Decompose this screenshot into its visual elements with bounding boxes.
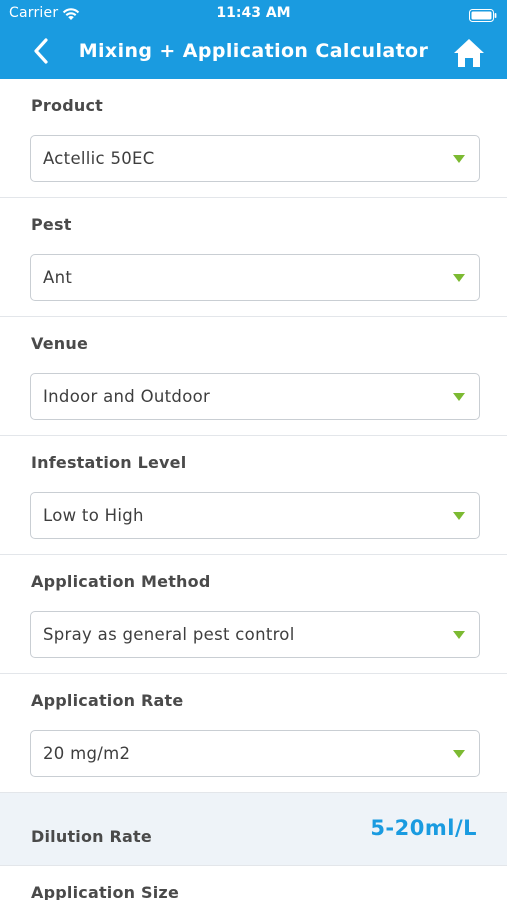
dilution-rate-value: 5-20ml/L — [370, 816, 477, 840]
home-button[interactable] — [453, 37, 485, 69]
application-method-label: Application Method — [31, 572, 211, 591]
product-value: Actellic 50EC — [43, 149, 155, 168]
venue-label: Venue — [31, 334, 88, 353]
battery-icon — [469, 7, 497, 26]
chevron-down-icon — [453, 750, 465, 758]
chevron-left-icon — [33, 38, 49, 68]
home-icon — [453, 39, 485, 73]
infestation-level-select[interactable]: Low to High — [30, 492, 480, 539]
application-method-value: Spray as general pest control — [43, 625, 295, 644]
clock: 11:43 AM — [216, 5, 291, 21]
application-rate-select[interactable]: 20 mg/m2 — [30, 730, 480, 777]
dilution-rate-label: Dilution Rate — [31, 827, 152, 846]
product-section: Product Actellic 50EC — [0, 79, 507, 198]
chevron-down-icon — [453, 393, 465, 401]
dilution-rate-row: Dilution Rate 5-20ml/L — [0, 793, 507, 866]
nav-bar: Mixing + Application Calculator — [0, 28, 507, 79]
page-title: Mixing + Application Calculator — [78, 40, 429, 62]
application-rate-label: Application Rate — [31, 691, 184, 710]
application-method-section: Application Method Spray as general pest… — [0, 555, 507, 674]
chevron-down-icon — [453, 631, 465, 639]
back-button[interactable] — [26, 38, 56, 68]
product-select[interactable]: Actellic 50EC — [30, 135, 480, 182]
pest-section: Pest Ant — [0, 198, 507, 317]
application-rate-section: Application Rate 20 mg/m2 — [0, 674, 507, 793]
pest-label: Pest — [31, 215, 72, 234]
venue-value: Indoor and Outdoor — [43, 387, 211, 406]
pest-select[interactable]: Ant — [30, 254, 480, 301]
chevron-down-icon — [453, 512, 465, 520]
chevron-down-icon — [453, 274, 465, 282]
infestation-level-value: Low to High — [43, 506, 144, 525]
application-rate-value: 20 mg/m2 — [43, 744, 131, 763]
infestation-level-label: Infestation Level — [31, 453, 187, 472]
venue-select[interactable]: Indoor and Outdoor — [30, 373, 480, 420]
chevron-down-icon — [453, 155, 465, 163]
venue-section: Venue Indoor and Outdoor — [0, 317, 507, 436]
status-bar: Carrier 11:43 AM — [0, 0, 507, 28]
application-method-select[interactable]: Spray as general pest control — [30, 611, 480, 658]
infestation-level-section: Infestation Level Low to High — [0, 436, 507, 555]
application-size-label: Application Size — [31, 883, 179, 900]
product-label: Product — [31, 96, 103, 115]
application-size-section: Application Size — [0, 866, 507, 900]
pest-value: Ant — [43, 268, 73, 287]
